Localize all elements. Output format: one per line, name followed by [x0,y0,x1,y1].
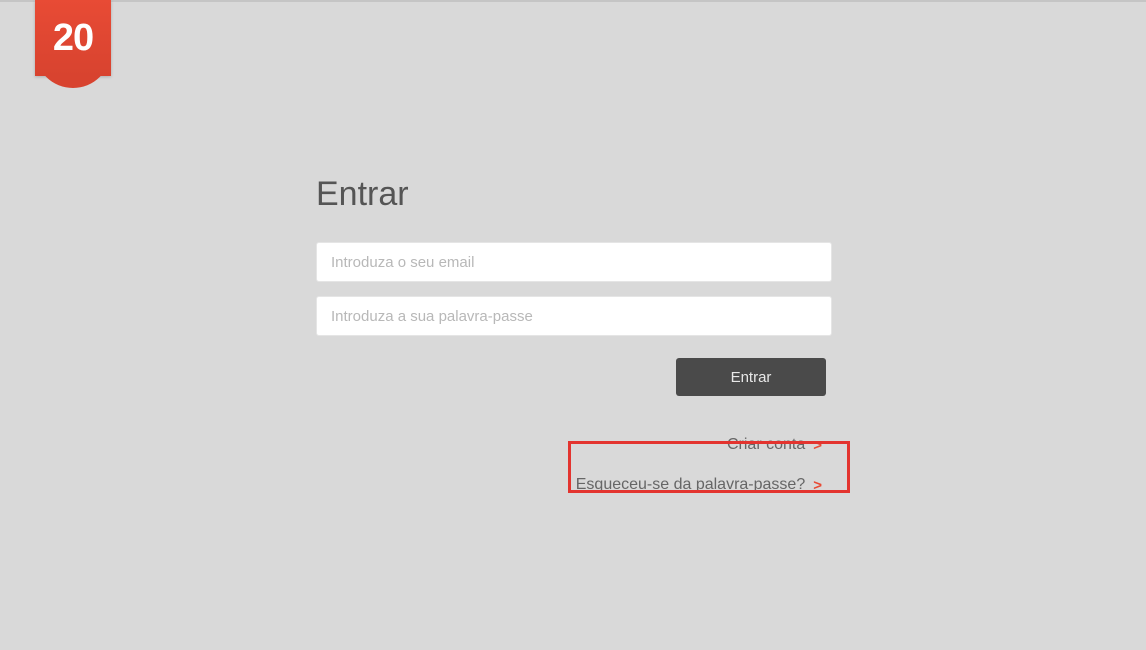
login-button[interactable]: Entrar [676,358,826,396]
button-row: Entrar [316,358,832,396]
forgot-password-link[interactable]: Esqueceu-se da palavra-passe? > [562,470,832,500]
logo-ribbon-tail [35,76,111,90]
email-field[interactable] [316,242,832,282]
top-bar [0,0,1146,2]
forgot-password-label: Esqueceu-se da palavra-passe? [576,476,805,494]
logo-ribbon[interactable]: 20 [35,0,111,90]
password-field[interactable] [316,296,832,336]
chevron-right-icon: > [813,477,822,494]
logo-text: 20 [53,17,93,60]
login-title: Entrar [316,175,832,214]
login-form: Entrar Entrar Criar conta > Esqueceu-se … [316,175,832,500]
logo-body: 20 [35,0,111,76]
chevron-right-icon: > [813,437,822,454]
create-account-label: Criar conta [727,436,805,454]
links-row: Criar conta > Esqueceu-se da palavra-pas… [316,430,832,500]
create-account-link[interactable]: Criar conta > [713,430,832,460]
